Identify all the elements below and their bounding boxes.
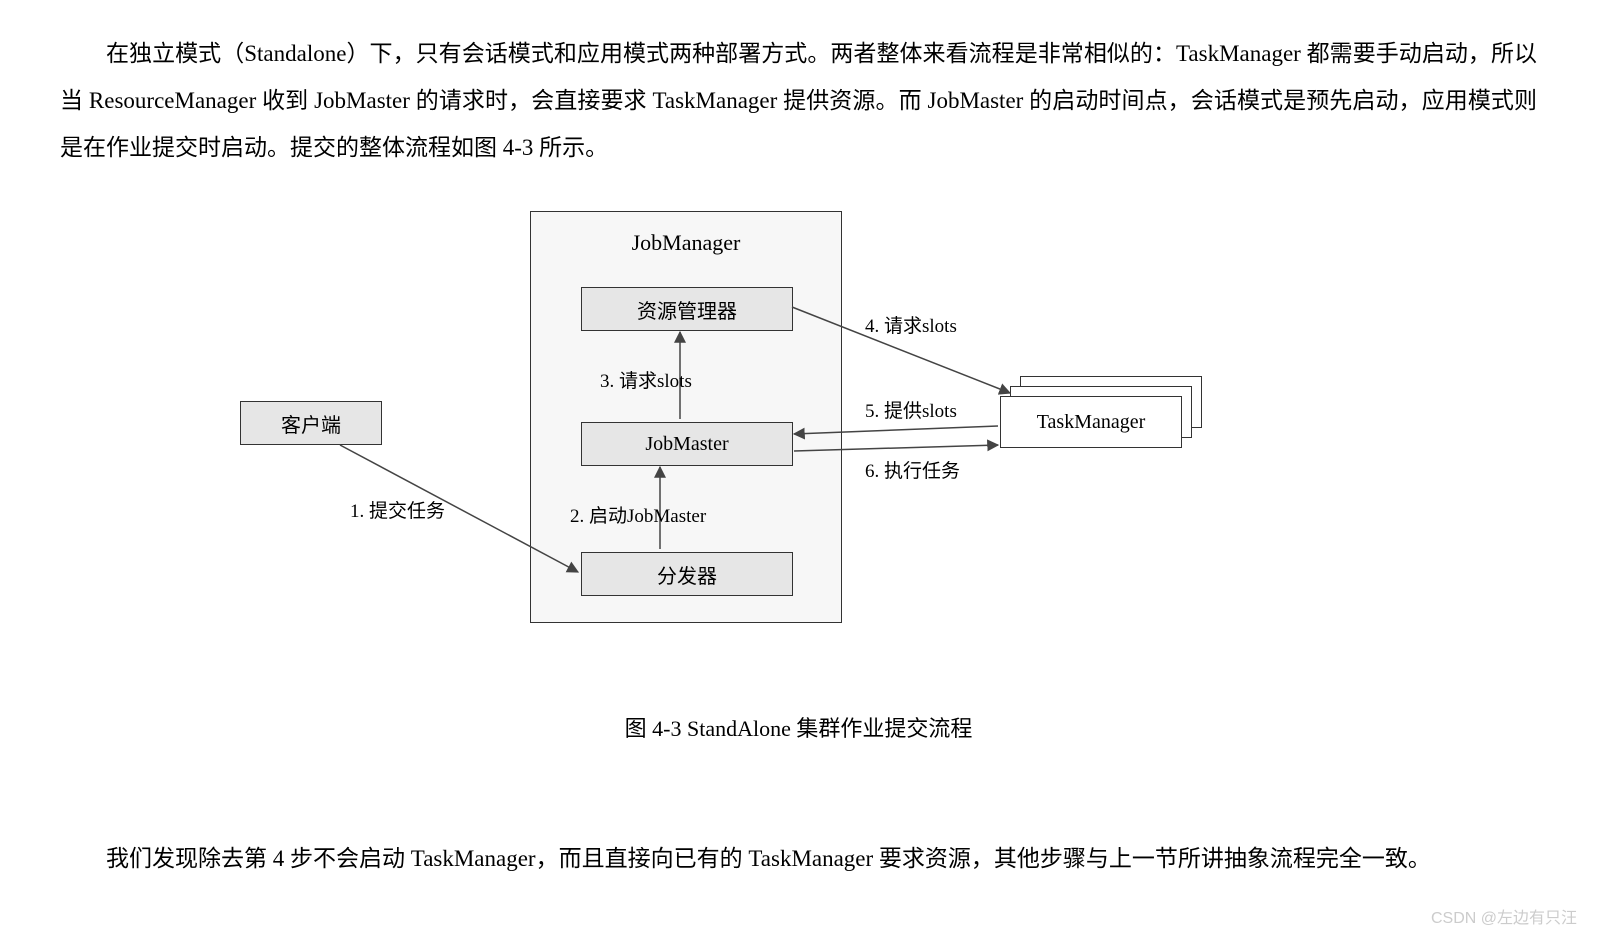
job-master-label: JobMaster: [645, 433, 728, 456]
watermark-text: CSDN @左边有只汪: [1431, 904, 1577, 928]
dispatcher-box: 分发器: [581, 552, 793, 596]
edge-label-4: 4. 请求slots: [865, 311, 957, 338]
edge-label-3: 3. 请求slots: [600, 366, 692, 393]
job-master-box: JobMaster: [581, 422, 793, 466]
dispatcher-label: 分发器: [657, 560, 717, 589]
paragraph-1: 在独立模式（Standalone）下，只有会话模式和应用模式两种部署方式。两者整…: [60, 30, 1537, 171]
figure-caption: 图 4-3 StandAlone 集群作业提交流程: [60, 711, 1537, 743]
paragraph-2: 我们发现除去第 4 步不会启动 TaskManager，而且直接向已有的 Tas…: [60, 835, 1520, 882]
jobmanager-container: JobManager 资源管理器 JobMaster 分发器: [530, 211, 842, 623]
taskmanager-stack: TaskManager: [1000, 376, 1200, 466]
document-page: 在独立模式（Standalone）下，只有会话模式和应用模式两种部署方式。两者整…: [0, 0, 1597, 943]
resource-manager-box: 资源管理器: [581, 287, 793, 331]
jobmanager-title: JobManager: [531, 230, 841, 256]
diagram-canvas: 客户端 JobManager 资源管理器 JobMaster 分发器 TaskM…: [240, 201, 1290, 641]
edge-label-5: 5. 提供slots: [865, 396, 957, 423]
edge-label-6: 6. 执行任务: [865, 456, 960, 483]
client-box: 客户端: [240, 401, 382, 445]
taskmanager-label: TaskManager: [1037, 411, 1146, 434]
client-label: 客户端: [281, 409, 341, 438]
resource-manager-label: 资源管理器: [637, 295, 737, 324]
edge-label-2: 2. 启动JobMaster: [570, 501, 706, 528]
edge-label-1: 1. 提交任务: [350, 496, 445, 523]
taskmanager-box-front: TaskManager: [1000, 396, 1182, 448]
figure-4-3: 客户端 JobManager 资源管理器 JobMaster 分发器 TaskM…: [60, 201, 1537, 701]
